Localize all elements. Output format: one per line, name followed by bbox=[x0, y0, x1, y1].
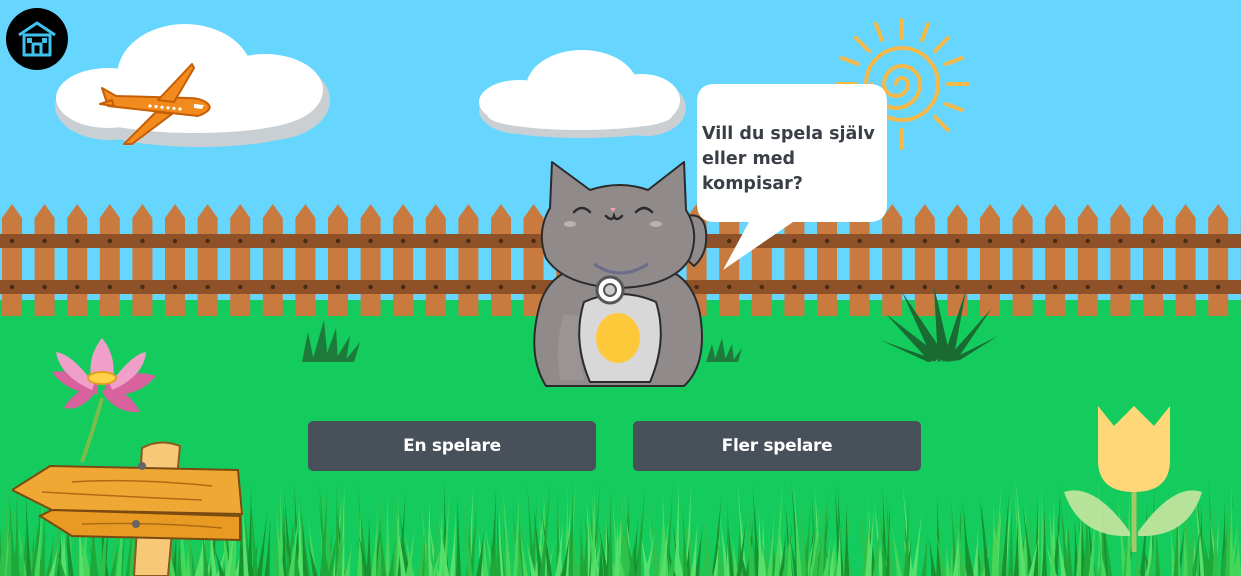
speech-bubble-text: Vill du spela själv eller med kompisar? bbox=[702, 124, 875, 194]
lucky-cat-character bbox=[533, 161, 708, 387]
airplane-icon bbox=[99, 63, 211, 145]
game-scene: Vill du spela själv eller med kompisar? bbox=[0, 0, 1241, 576]
tulip-flower bbox=[1064, 406, 1202, 552]
home-icon bbox=[18, 21, 56, 57]
home-button[interactable] bbox=[6, 8, 68, 70]
wooden-signpost bbox=[12, 441, 244, 576]
grass-tuft-right bbox=[880, 286, 998, 362]
cloud-middle bbox=[479, 50, 686, 138]
grass-tuft-left bbox=[302, 320, 360, 362]
single-player-button[interactable]: En spelare bbox=[308, 421, 596, 471]
multi-player-button[interactable]: Fler spelare bbox=[633, 421, 921, 471]
